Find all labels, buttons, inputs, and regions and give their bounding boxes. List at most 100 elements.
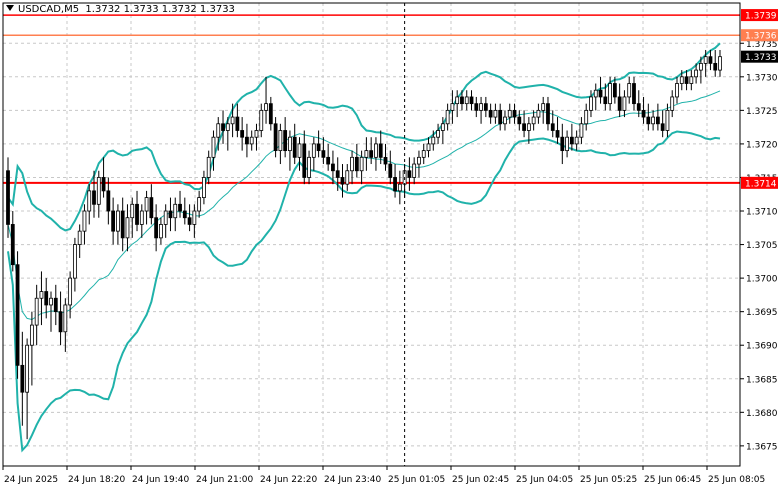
candle <box>397 170 402 205</box>
candle-body <box>283 130 288 152</box>
candle-body <box>493 109 498 118</box>
candle <box>15 251 20 379</box>
candle <box>178 190 182 218</box>
candle <box>354 143 359 178</box>
candle <box>20 331 25 426</box>
symbol-label: USDCAD,M5 <box>18 4 80 15</box>
price-tags: 1.3739 1.3736 1.3733 1.3714 <box>741 9 778 189</box>
candle-body <box>268 103 273 125</box>
y-tick-label: 1.3705 <box>746 241 778 251</box>
candle-body <box>684 76 689 84</box>
candle-body <box>72 244 77 279</box>
candle-body <box>507 109 512 118</box>
candle-body <box>608 83 612 105</box>
candle <box>374 137 378 171</box>
candle <box>268 96 273 131</box>
candle-body <box>483 103 488 111</box>
price-tag-label: 1.3733 <box>745 53 777 63</box>
candle <box>202 170 206 205</box>
candle-body <box>311 143 316 158</box>
price-tag: 1.3714 <box>741 176 778 189</box>
candle <box>39 271 44 326</box>
candle <box>718 49 722 77</box>
candle-body <box>474 103 479 111</box>
candle-body <box>708 56 713 64</box>
y-tick-label: 1.3695 <box>746 308 778 318</box>
x-tick-label: 24 Jun 19:40 <box>132 475 189 485</box>
candle-body <box>278 130 283 152</box>
candle-body <box>498 109 503 125</box>
candle-body <box>665 109 670 131</box>
candle <box>240 117 245 151</box>
candle-body <box>718 56 722 71</box>
candle <box>426 137 431 158</box>
candle-body <box>589 96 593 111</box>
candle-body <box>436 130 440 138</box>
dropdown-triangle-icon[interactable] <box>6 5 14 11</box>
candle-body <box>426 143 431 152</box>
candle-body <box>297 143 302 158</box>
candle-body <box>316 143 321 152</box>
candle <box>292 123 297 165</box>
time-axis: 24 Jun 2025 24 Jun 18:20 24 Jun 19:40 24 Ju… <box>2 466 765 485</box>
candle <box>321 137 326 165</box>
candle-body <box>679 76 684 84</box>
candle <box>555 117 560 144</box>
candle-body <box>116 210 120 232</box>
candle-body <box>139 210 144 225</box>
candle <box>197 190 202 218</box>
candle <box>159 217 163 245</box>
candle <box>82 204 87 245</box>
x-tick-label: 25 Jun 05:25 <box>580 475 637 485</box>
candle-body <box>703 56 708 64</box>
x-tick-label: 25 Jun 01:05 <box>388 475 445 485</box>
candle <box>25 338 30 440</box>
candle-body <box>350 156 354 172</box>
candle <box>421 143 426 165</box>
price-tag: 1.3739 <box>741 9 778 22</box>
candle <box>598 76 603 104</box>
price-tag: 1.3736 <box>741 29 778 42</box>
candle-body <box>651 116 656 125</box>
candle <box>278 123 283 165</box>
candle <box>675 76 679 104</box>
price-tag: 1.3733 <box>741 50 778 63</box>
candle <box>111 197 116 245</box>
candle <box>53 284 58 326</box>
candle <box>101 157 106 198</box>
candle-body <box>541 103 546 111</box>
candle-body <box>579 123 584 138</box>
candle-body <box>574 136 579 145</box>
candle <box>135 190 139 232</box>
candle <box>254 123 259 151</box>
candle <box>689 70 694 91</box>
candle-body <box>536 109 541 118</box>
candle <box>579 117 584 144</box>
candle-body <box>560 136 565 152</box>
x-tick-label: 24 Jun 18:20 <box>68 475 125 485</box>
candle <box>221 110 225 144</box>
x-tick-label: 25 Jun 04:05 <box>516 475 573 485</box>
candle <box>546 96 550 131</box>
candle <box>622 90 627 118</box>
candle-body <box>235 116 240 131</box>
candle <box>316 130 321 158</box>
candle <box>512 103 517 124</box>
candle <box>503 110 507 131</box>
candle-body <box>550 123 555 131</box>
candle-body <box>187 217 192 225</box>
candle-body <box>488 109 493 118</box>
y-tick-label: 1.3700 <box>746 275 778 285</box>
candle-body <box>206 156 211 178</box>
candle <box>641 96 646 124</box>
candle <box>116 204 120 245</box>
candle <box>593 83 598 111</box>
candle-body <box>125 217 130 239</box>
candle <box>455 90 460 118</box>
candle-body <box>378 143 383 158</box>
price-chart[interactable]: 1.3675 1.3680 1.3685 1.3690 1.3695 1.3700 1.37… <box>0 0 781 489</box>
candle <box>245 123 249 158</box>
candle <box>10 211 15 272</box>
candle-body <box>249 136 254 145</box>
candle-body <box>546 103 550 125</box>
